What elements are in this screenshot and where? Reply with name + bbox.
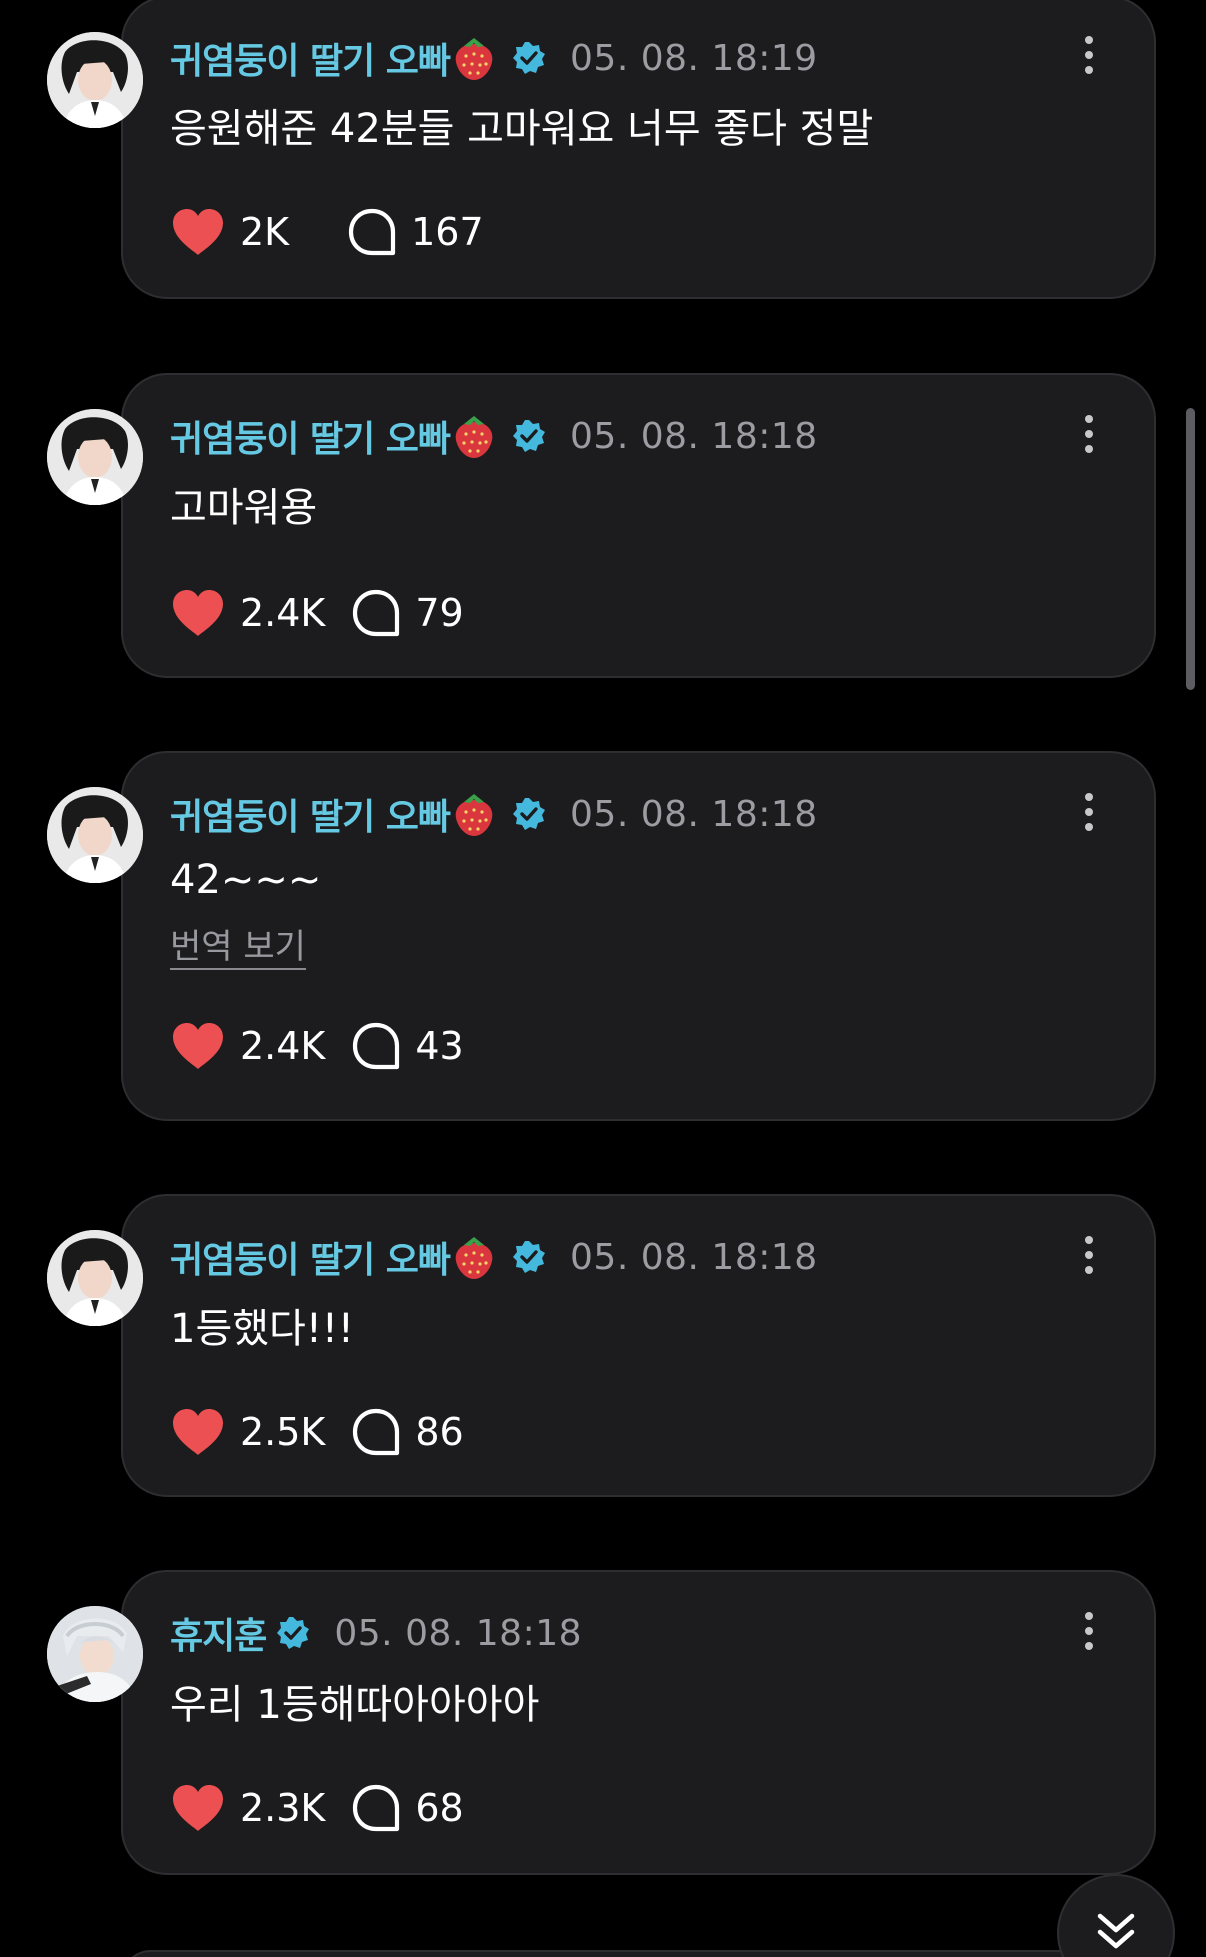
post-text: 42~~~ [170,857,322,903]
post-header: 휴지훈 05. 08. 18:18 [170,1607,582,1659]
translate-link[interactable]: 번역 보기 [170,928,306,971]
like-count: 2K [240,210,290,254]
post-card[interactable]: 휴지훈 05. 08. 18:18 우리 1등해따아아아아 2.3K 68 [121,1570,1156,1875]
heart-icon[interactable] [170,1783,226,1833]
heart-icon[interactable] [170,207,226,257]
more-vertical-icon[interactable] [1084,1612,1094,1652]
more-vertical-icon[interactable] [1084,1236,1094,1276]
strawberry-icon [455,1237,493,1279]
author-name[interactable]: 휴지훈 [170,1607,267,1659]
heart-icon[interactable] [170,1021,226,1071]
verified-badge-icon [513,1241,546,1273]
post: 휴지훈 05. 08. 18:18 우리 1등해따아아아아 2.3K 68 [0,1570,1206,1876]
post-actions: 2.4K 79 [170,583,464,643]
avatar[interactable] [47,409,143,505]
scroll-to-bottom-button[interactable] [1057,1874,1175,1957]
post-actions: 2.3K 68 [170,1778,464,1838]
comment-bubble-icon[interactable] [351,588,401,638]
strawberry-icon [455,38,493,80]
comment-feed: 귀염둥이 딸기 오빠 05. 08. 18:19 응원해준 42분들 고마워요 … [0,0,1206,1957]
post-text: 우리 1등해따아아아아 [170,1682,540,1728]
post-card[interactable]: 귀염둥이 딸기 오빠 05. 08. 18:18 42~~~ 번역 보기 2.4… [121,751,1156,1121]
comment-count: 86 [415,1410,464,1454]
verified-badge-icon [513,798,546,830]
post: 귀염둥이 딸기 오빠 05. 08. 18:18 고마워용 2.4K 79 [0,373,1206,679]
like-count: 2.3K [240,1786,326,1830]
post-card[interactable]: 귀염둥이 딸기 오빠 05. 08. 18:18 1등했다!!! 2.5K 86 [121,1194,1156,1497]
more-vertical-icon[interactable] [1084,36,1094,76]
heart-icon[interactable] [170,1407,226,1457]
post-timestamp: 05. 08. 18:18 [570,415,818,457]
avatar-image [47,1606,143,1702]
strawberry-icon [455,416,493,458]
avatar-image [47,1230,143,1326]
post-header: 귀염둥이 딸기 오빠 05. 08. 18:19 [170,32,818,84]
author-name[interactable]: 귀염둥이 딸기 오빠 [170,32,451,84]
post-actions: 2.4K 43 [170,1016,464,1076]
post: 귀염둥이 딸기 오빠 05. 08. 18:18 1등했다!!! 2.5K 86 [0,1194,1206,1498]
post-timestamp: 05. 08. 18:18 [334,1612,583,1654]
avatar-image [47,32,143,128]
heart-icon[interactable] [170,588,226,638]
verified-badge-icon [513,42,546,74]
strawberry-icon [455,794,493,836]
avatar-image [47,787,143,883]
post-timestamp: 05. 08. 18:19 [570,37,818,79]
post-header: 귀염둥이 딸기 오빠 05. 08. 18:18 [170,1231,818,1283]
post-card[interactable]: 귀염둥이 딸기 오빠 05. 08. 18:18 고마워용 2.4K 79 [121,373,1156,678]
comment-count: 68 [415,1786,464,1830]
post-header: 귀염둥이 딸기 오빠 05. 08. 18:18 [170,410,818,462]
verified-badge-icon [513,420,546,452]
more-vertical-icon[interactable] [1084,793,1094,833]
comment-bubble-icon[interactable] [351,1407,401,1457]
post-actions: 2K 167 [170,202,484,262]
comment-count: 167 [411,210,484,254]
author-name[interactable]: 귀염둥이 딸기 오빠 [170,788,451,840]
post-timestamp: 05. 08. 18:18 [570,1236,818,1278]
more-vertical-icon[interactable] [1084,415,1094,455]
post-text: 응원해준 42분들 고마워요 너무 좋다 정말 [170,106,874,152]
post-text: 1등했다!!! [170,1306,354,1352]
post-header: 귀염둥이 딸기 오빠 05. 08. 18:18 [170,788,818,840]
post-text: 고마워용 [170,485,318,531]
avatar[interactable] [47,32,143,128]
comment-count: 43 [415,1024,464,1068]
scrollbar[interactable] [1186,408,1195,690]
author-name[interactable]: 귀염둥이 딸기 오빠 [170,410,451,462]
double-chevron-down-icon [1097,1913,1135,1949]
post-card-partial [121,1950,1156,1957]
post: 귀염둥이 딸기 오빠 05. 08. 18:18 42~~~ 번역 보기 2.4… [0,751,1206,1121]
post-timestamp: 05. 08. 18:18 [570,793,818,835]
author-name[interactable]: 귀염둥이 딸기 오빠 [170,1231,451,1283]
post-actions: 2.5K 86 [170,1402,464,1462]
verified-badge-icon [277,1617,310,1649]
avatar[interactable] [47,1230,143,1326]
comment-bubble-icon[interactable] [351,1021,401,1071]
comment-bubble-icon[interactable] [351,1783,401,1833]
avatar-image [47,409,143,505]
like-count: 2.4K [240,1024,326,1068]
post-card[interactable]: 귀염둥이 딸기 오빠 05. 08. 18:19 응원해준 42분들 고마워요 … [121,0,1156,299]
post: 귀염둥이 딸기 오빠 05. 08. 18:19 응원해준 42분들 고마워요 … [0,0,1206,300]
comment-count: 79 [415,591,464,635]
avatar[interactable] [47,1606,143,1702]
avatar[interactable] [47,787,143,883]
comment-bubble-icon[interactable] [347,207,397,257]
like-count: 2.4K [240,591,326,635]
like-count: 2.5K [240,1410,326,1454]
